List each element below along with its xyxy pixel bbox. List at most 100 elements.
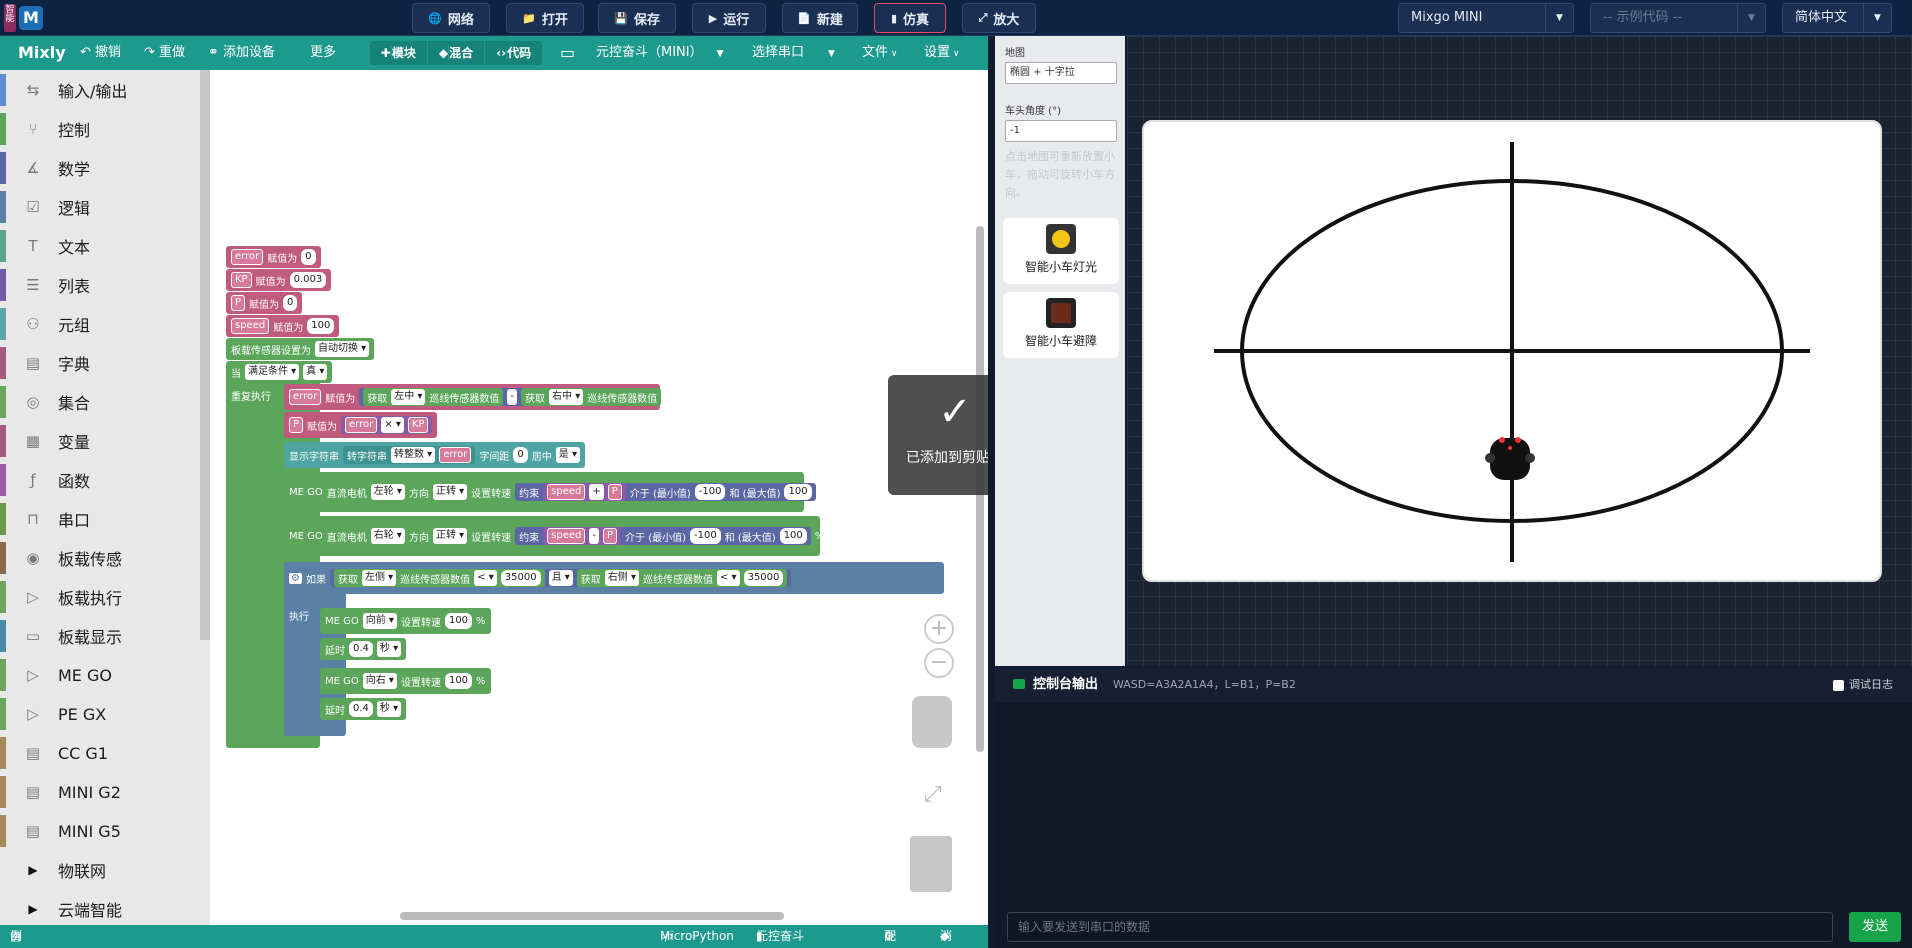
to-string-expr[interactable]: 转字符串 转整数 ▾ error	[343, 446, 476, 464]
get-right-mid-sensor[interactable]: 获取 右中 ▾ 巡线传感器数值	[521, 388, 662, 406]
minus-op[interactable]: -	[589, 528, 599, 544]
fwd-dropdown[interactable]: 正转 ▾	[432, 528, 468, 544]
save-button[interactable]: 💾 保存	[598, 3, 676, 33]
while-block[interactable]: 当满足条件 ▾ 真 ▾	[226, 361, 333, 383]
sidebar-item-19[interactable]: ▤ MINI G5	[0, 815, 204, 847]
sub-expr[interactable]: speed - P	[543, 527, 622, 545]
cond-dropdown[interactable]: 满足条件 ▾	[245, 364, 300, 380]
network-button[interactable]: 🌐 网络	[412, 3, 490, 33]
multiply-expr[interactable]: error × ▾ KP	[341, 416, 433, 434]
blocks-mode-button[interactable]: ✚模块	[370, 41, 428, 65]
fit-screen-icon[interactable]: ⤢	[924, 782, 942, 807]
mixed-mode-button[interactable]: ◆混合	[428, 41, 486, 65]
blocks-workspace[interactable]: error 赋值为 0 KP 赋值为 0.003 P 赋值为 0 speed 赋值为 100 板…	[210, 70, 988, 925]
simulate-button[interactable]: ▮ 仿真	[874, 3, 946, 33]
sidebar-item-1[interactable]: ⑂ 控制	[0, 113, 204, 145]
sidebar-item-16[interactable]: ▷ PE GX	[0, 698, 204, 730]
backpack-icon[interactable]	[912, 696, 952, 748]
code-mode-button[interactable]: ‹›代码	[485, 41, 542, 65]
assign-error-diff-block[interactable]: error 赋值为 获取 左中 ▾ 巡线传感器数值 - 获取 右中 ▾ 巡线传感器数值	[284, 384, 662, 410]
sidebar-item-15[interactable]: ▷ ME GO	[0, 659, 204, 691]
number-value[interactable]: 0	[301, 249, 316, 265]
get-right-side-sensor[interactable]: 获取 右侧 ▾ 巡线传感器数值 < ▾ 35000	[576, 569, 788, 587]
board-select[interactable]: Mixgo MINI ▼	[1398, 3, 1574, 33]
assign-p-mult-block[interactable]: P 赋值为 error × ▾ KP	[284, 412, 438, 438]
threshold-value[interactable]: 35000	[743, 570, 784, 586]
send-button[interactable]: 发送	[1849, 912, 1901, 942]
min-value[interactable]: -100	[694, 484, 726, 500]
assign-kp-block[interactable]: KP 赋值为 0.003	[226, 269, 332, 291]
assign-speed-block[interactable]: speed 赋值为 100	[226, 315, 340, 337]
more-button[interactable]: 更多	[310, 36, 336, 70]
workspace-hscroll[interactable]	[400, 912, 784, 920]
sidebar-item-10[interactable]: ƒ 函数	[0, 464, 204, 496]
sidebar-item-8[interactable]: ◎ 集合	[0, 386, 204, 418]
undo-button[interactable]: ↶ 撤销	[80, 36, 121, 70]
number-value[interactable]: 0	[283, 295, 298, 311]
times-op[interactable]: × ▾	[381, 417, 404, 433]
delay-value[interactable]: 0.4	[349, 641, 373, 657]
sidebar-item-5[interactable]: ☰ 列表	[0, 269, 204, 301]
right-wheel-dropdown[interactable]: 右轮 ▾	[370, 528, 405, 544]
sec-dropdown[interactable]: 秒 ▾	[376, 641, 402, 657]
board-dropdown[interactable]: 元控奋斗（MINI） ▼	[596, 36, 724, 70]
serial-send-input[interactable]: 输入要发送到串口的数据	[1007, 912, 1833, 942]
open-button[interactable]: 📁 打开	[506, 3, 584, 33]
language-select[interactable]: 简体中文 ▼	[1782, 3, 1892, 33]
right-turn-dropdown[interactable]: 向右 ▾	[362, 673, 397, 689]
speed-value[interactable]: 100	[444, 673, 473, 689]
threshold-value[interactable]: 35000	[500, 570, 541, 586]
zoom-button[interactable]: ⤢ 放大	[962, 3, 1036, 33]
speed-value[interactable]: 100	[444, 613, 473, 629]
assign-error-block[interactable]: error 赋值为 0	[226, 246, 321, 268]
panel-divider[interactable]	[988, 36, 995, 948]
and-expr[interactable]: 获取 左侧 ▾ 巡线传感器数值 < ▾ 35000 且 ▾ 获取 右侧 ▾ 巡线传感器数值 <…	[329, 569, 792, 587]
forward-dropdown[interactable]: 向前 ▾	[362, 613, 397, 629]
add-expr[interactable]: speed + P	[543, 483, 626, 501]
mego-right-block[interactable]: ME GO 向右 ▾ 设置转速 100%	[320, 668, 491, 694]
number-value[interactable]: 0.003	[289, 272, 327, 288]
sidebar-item-13[interactable]: ▷ 板载执行	[0, 581, 204, 613]
sidebar-item-9[interactable]: ▦ 变量	[0, 425, 204, 457]
plus-op[interactable]: +	[589, 484, 604, 500]
delay-block[interactable]: 延时 0.4 秒 ▾	[320, 638, 407, 660]
get-left-mid-sensor[interactable]: 获取 左中 ▾ 巡线传感器数值	[363, 388, 504, 406]
sensor-mode-block[interactable]: 板载传感器设置为 自动切换 ▾	[226, 338, 375, 360]
right-side-dropdown[interactable]: 右侧 ▾	[604, 570, 639, 586]
sidebar-item-12[interactable]: ◉ 板载传感	[0, 542, 204, 574]
show-string-block[interactable]: 显示字符串 转字符串 转整数 ▾ error 字间距 0 居中是 ▾	[284, 442, 585, 468]
auto-dropdown[interactable]: 自动切换 ▾	[315, 341, 370, 357]
left-side-dropdown[interactable]: 左侧 ▾	[361, 570, 397, 586]
gear-icon[interactable]: ⚙	[289, 572, 302, 584]
left-mid-dropdown[interactable]: 左中 ▾	[391, 389, 426, 405]
sidebar-item-18[interactable]: ▤ MINI G2	[0, 776, 204, 808]
minus-op[interactable]: -	[507, 389, 518, 405]
constrain-expr[interactable]: 约束 speed + P 介于 (最小值) -100 和 (最大值) 100	[515, 483, 816, 501]
get-left-side-sensor[interactable]: 获取 左侧 ▾ 巡线传感器数值 < ▾ 35000	[333, 569, 545, 587]
heading-input[interactable]: -1	[1005, 120, 1117, 142]
sec-dropdown[interactable]: 秒 ▾	[376, 701, 402, 717]
sidebar-item-11[interactable]: ⊓ 串口	[0, 503, 204, 535]
number-value[interactable]: 100	[307, 318, 335, 334]
left-wheel-dropdown[interactable]: 左轮 ▾	[370, 484, 405, 500]
center-dropdown[interactable]: 是 ▾	[555, 447, 580, 463]
spacing-value[interactable]: 0	[513, 447, 528, 463]
run-button[interactable]: ▶ 运行	[692, 3, 766, 33]
and-dropdown[interactable]: 且 ▾	[548, 570, 573, 586]
delay-value[interactable]: 0.4	[349, 701, 373, 717]
fwd-dropdown[interactable]: 正转 ▾	[432, 484, 468, 500]
track-map[interactable]	[1142, 120, 1882, 582]
mego-forward-block[interactable]: ME GO 向前 ▾ 设置转速 100%	[320, 608, 491, 634]
robot-car-icon[interactable]	[1485, 437, 1535, 480]
max-value[interactable]: 100	[779, 528, 807, 544]
trash-icon[interactable]	[910, 836, 952, 892]
sidebar-item-7[interactable]: ▤ 字典	[0, 347, 204, 379]
sidebar-item-21[interactable]: ▶ 云端智能	[0, 893, 204, 925]
to-int-dropdown[interactable]: 转整数 ▾	[391, 447, 436, 463]
assign-p-block[interactable]: P 赋值为 0	[226, 292, 303, 314]
serial-dropdown[interactable]: 选择串口 ▼	[752, 36, 835, 70]
max-value[interactable]: 100	[784, 484, 812, 500]
sidebar-item-6[interactable]: ⚇ 元组	[0, 308, 204, 340]
zoom-in-icon[interactable]: +	[924, 614, 954, 644]
sidebar-item-17[interactable]: ▤ CC G1	[0, 737, 204, 769]
